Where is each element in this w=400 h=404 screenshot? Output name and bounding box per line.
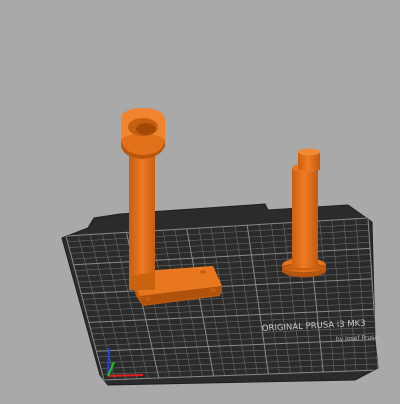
- screw-hole-icon: [145, 297, 151, 301]
- scene-canvas[interactable]: ORIGINAL PRUSA i3 MK3 by Josef Prusa: [0, 0, 400, 400]
- screw-hole-icon: [210, 288, 216, 292]
- spool-main-shaft[interactable]: [292, 168, 318, 268]
- bracket-post[interactable]: [129, 140, 155, 290]
- bracket-ring[interactable]: [120, 108, 165, 159]
- model-bracket[interactable]: [120, 108, 222, 306]
- screw-hole-icon: [200, 270, 206, 274]
- x-axis-line: [107, 374, 144, 377]
- 3d-viewport[interactable]: ORIGINAL PRUSA i3 MK3 by Josef Prusa: [0, 0, 400, 400]
